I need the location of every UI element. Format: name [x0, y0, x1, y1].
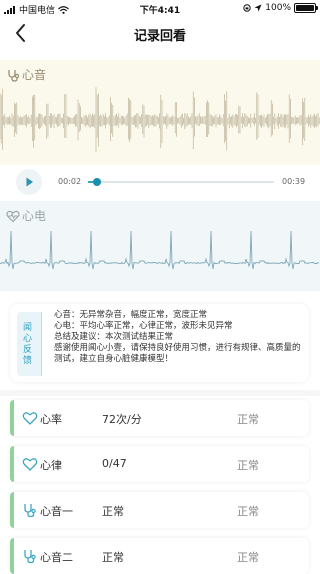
metric-value: 72次/分 [102, 413, 142, 426]
metric-row-heart-sound-two[interactable]: 心音二 正常 正常 [10, 538, 309, 574]
section-divider [0, 390, 320, 396]
metric-name: 心音二 [40, 551, 73, 564]
feedback-tag-label: 闻心反馈 [23, 323, 33, 366]
heart-outline-icon [22, 412, 38, 425]
heart-sound-waveform [0, 87, 320, 153]
nav-bar: 记录回看 [0, 18, 320, 48]
metric-status: 正常 [237, 459, 259, 472]
ecg-waveform [0, 230, 320, 270]
heart-sound-label-group: 心音 [6, 66, 46, 83]
feedback-line-heart-sound: 心音：无异常杂音，幅度正常，宽度正常 [54, 310, 208, 320]
location-icon [254, 4, 262, 12]
metric-value: 0/47 [102, 457, 127, 470]
play-icon [26, 177, 33, 187]
feedback-tag: 闻心反馈 [17, 312, 42, 376]
metric-name: 心音一 [40, 505, 73, 518]
metric-accent-bar [10, 446, 14, 482]
battery-icon [294, 3, 318, 13]
current-time: 00:02 [58, 177, 82, 186]
metric-status: 正常 [237, 551, 259, 564]
feedback-text: 心音：无异常杂音，幅度正常，宽度正常 心电：平均心率正常，心律正常，波形未见异常… [54, 310, 304, 365]
metric-status: 正常 [237, 413, 259, 426]
stethoscope-icon [24, 504, 36, 518]
metric-accent-bar [10, 492, 14, 528]
status-right: 100% [243, 3, 318, 13]
rotation-lock-icon [243, 4, 251, 12]
audio-player: 00:02 00:39 [0, 165, 320, 201]
page-title: 记录回看 [133, 29, 186, 44]
metric-name: 心率 [40, 413, 62, 426]
slider-knob[interactable] [93, 178, 102, 186]
ecg-trace [0, 230, 320, 270]
heart-outline-icon [22, 458, 38, 471]
stethoscope-icon [8, 69, 20, 82]
feedback-line-thanks: 感谢使用闻心小壹，请保持良好使用习惯，进行有规律、高质量的测试，建立自身心脏健康… [54, 343, 301, 364]
feedback-line-summary: 总结及建议：本次测试结果正常 [54, 332, 174, 342]
metric-row-heart-sound-one[interactable]: 心音一 正常 正常 [10, 492, 309, 528]
metric-row-heart-rate[interactable]: 心率 72次/分 正常 [10, 400, 309, 436]
playback-slider[interactable] [88, 178, 274, 186]
metric-row-heart-rhythm[interactable]: 心律 0/47 正常 [10, 446, 309, 482]
duration-time: 00:39 [282, 177, 306, 186]
metric-accent-bar [10, 400, 14, 436]
heart-sound-panel: 心音 [0, 60, 320, 165]
metric-value: 正常 [102, 551, 124, 564]
heart-sound-label: 心音 [22, 68, 47, 82]
status-bar: 中国电信 下午4:41 100% [0, 0, 320, 18]
metric-name: 心律 [40, 459, 62, 472]
metric-value: 正常 [102, 505, 124, 518]
play-button[interactable] [16, 169, 42, 195]
ecg-panel: 心电 [0, 201, 320, 291]
metric-accent-bar [10, 538, 14, 574]
stethoscope-icon [24, 550, 36, 564]
heart-sound-trace [0, 87, 320, 153]
battery-percent: 100% [265, 3, 291, 13]
feedback-card: 闻心反馈 心音：无异常杂音，幅度正常，宽度正常 心电：平均心率正常，心律正常，波… [10, 304, 309, 382]
metric-status: 正常 [237, 505, 259, 518]
feedback-line-ecg: 心电：平均心率正常，心律正常，波形未见异常 [54, 321, 233, 331]
